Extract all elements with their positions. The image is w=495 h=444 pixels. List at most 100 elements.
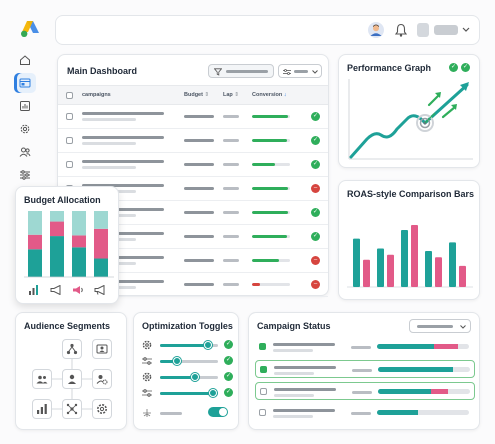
conversion-bar xyxy=(252,187,290,190)
status-label-placeholder xyxy=(351,412,371,415)
campaign-status-card: Campaign Status xyxy=(248,312,480,430)
users-icon xyxy=(19,147,31,157)
status-ok-icon: ✓ xyxy=(224,340,233,349)
broadcast-icon[interactable] xyxy=(72,285,84,295)
campaign-status-row[interactable] xyxy=(255,404,475,422)
row-checkbox[interactable] xyxy=(66,137,73,144)
performance-graph-title: Performance Graph xyxy=(347,63,432,73)
segment-share-button[interactable] xyxy=(62,399,82,419)
campaign-status-title: Campaign Status xyxy=(257,321,331,331)
campaign-name-placeholder xyxy=(82,160,164,163)
segment-settings-button[interactable] xyxy=(92,399,112,419)
row-checkbox[interactable] xyxy=(260,366,267,373)
progress-fill-pink xyxy=(431,389,448,394)
col-lap[interactable]: Lap ⇕ xyxy=(223,92,239,98)
optimization-slider[interactable] xyxy=(160,389,218,397)
table-row[interactable]: ✓ xyxy=(58,105,328,129)
filter-button[interactable] xyxy=(208,64,274,78)
col-conversion-label: Conversion xyxy=(252,92,283,98)
slider-knob[interactable] xyxy=(190,373,199,381)
sidebar-item-reports[interactable] xyxy=(14,96,36,116)
status-ok-icon: ✓ xyxy=(224,356,233,365)
row-checkbox[interactable] xyxy=(260,388,267,395)
roas-title: ROAS-style Comparison Bars xyxy=(347,189,475,199)
table-row[interactable]: ✓ xyxy=(58,129,328,153)
campaign-meta-placeholder xyxy=(273,415,313,418)
gear-icon xyxy=(97,404,107,414)
optimization-slider[interactable] xyxy=(160,373,218,381)
group-icon xyxy=(36,375,48,384)
row-checkbox[interactable] xyxy=(259,409,266,416)
budget-stacked-bar-chart xyxy=(24,211,114,278)
announcement-icon[interactable] xyxy=(94,285,106,295)
optimization-slider[interactable] xyxy=(160,341,218,349)
chevron-down-icon xyxy=(460,325,466,329)
slider-knob[interactable] xyxy=(173,357,182,365)
account-chip[interactable] xyxy=(417,23,429,37)
campaign-status-row[interactable] xyxy=(255,360,475,378)
budget-placeholder xyxy=(184,163,214,166)
conversion-bar xyxy=(252,235,290,238)
col-conversion[interactable]: Conversion ↓ xyxy=(252,92,287,98)
bar-chart-icon[interactable] xyxy=(28,285,40,295)
segment-user-settings-button[interactable] xyxy=(92,369,112,389)
col-budget[interactable]: Budget ⇕ xyxy=(184,92,209,98)
slider-dot xyxy=(143,389,147,393)
sidebar-item-dashboard[interactable] xyxy=(14,73,36,93)
segment-network-button[interactable] xyxy=(62,339,82,359)
filters-icon xyxy=(20,170,30,180)
segment-chart-button[interactable] xyxy=(32,399,52,419)
roas-bar xyxy=(401,229,408,287)
campaign-status-row[interactable] xyxy=(255,338,475,356)
campaign-name-placeholder xyxy=(82,112,164,115)
col-campaigns[interactable]: campaigns xyxy=(82,92,111,98)
segment-profile-button[interactable] xyxy=(92,339,112,359)
optimization-slider-row: ✓ xyxy=(142,339,250,351)
sort-icon: ⇕ xyxy=(204,92,210,98)
sidebar-item-users[interactable] xyxy=(14,142,36,162)
table-row[interactable]: ✓ xyxy=(58,153,328,177)
sidebar-item-home[interactable] xyxy=(14,50,36,70)
slider-fill xyxy=(160,376,195,379)
bell-icon[interactable] xyxy=(395,23,407,37)
row-checkbox[interactable] xyxy=(259,343,266,350)
account-name-placeholder[interactable] xyxy=(434,25,458,35)
sidebar-item-settings[interactable] xyxy=(14,119,36,139)
conversion-bar xyxy=(252,211,290,214)
optimization-toggle-switch[interactable] xyxy=(208,407,228,417)
optimization-slider[interactable] xyxy=(160,357,218,365)
select-all-checkbox[interactable] xyxy=(66,92,73,99)
sidebar-item-filters[interactable] xyxy=(14,165,36,185)
budget-placeholder xyxy=(184,115,214,118)
col-budget-label: Budget xyxy=(184,92,203,98)
row-checkbox[interactable] xyxy=(66,113,73,120)
slider-knob[interactable] xyxy=(209,389,218,397)
progress-fill-pink xyxy=(434,344,458,349)
sparkle-icon xyxy=(143,409,151,417)
status-error-icon: – xyxy=(311,280,320,289)
avatar-icon[interactable] xyxy=(368,22,384,38)
chevron-down-icon[interactable] xyxy=(462,27,470,33)
budget-placeholder xyxy=(184,139,214,142)
google-ads-logo-icon[interactable] xyxy=(20,20,40,38)
segment-group-button[interactable] xyxy=(32,369,52,389)
status-ok-icon: ✓ xyxy=(224,372,233,381)
status-ok-icon: ✓ xyxy=(311,136,320,145)
segment-person-button[interactable] xyxy=(62,369,82,389)
status-ok-icon: ✓ xyxy=(449,63,458,72)
status-error-icon: – xyxy=(311,256,320,265)
conversion-bar-fill xyxy=(252,211,289,214)
view-options-button[interactable] xyxy=(278,64,322,78)
share-nodes-icon xyxy=(66,403,78,415)
budget-segment-teal xyxy=(28,249,42,277)
campaign-status-dropdown[interactable] xyxy=(409,319,471,333)
row-checkbox[interactable] xyxy=(66,161,73,168)
network-icon xyxy=(66,343,78,355)
megaphone-icon[interactable] xyxy=(50,285,62,295)
status-ok-icon: ✓ xyxy=(311,160,320,169)
slider-knob[interactable] xyxy=(203,341,212,349)
campaign-meta-placeholder xyxy=(274,372,314,375)
campaign-status-row[interactable] xyxy=(255,382,475,400)
gear-teeth xyxy=(142,372,152,382)
status-ok-icon: ✓ xyxy=(461,63,470,72)
